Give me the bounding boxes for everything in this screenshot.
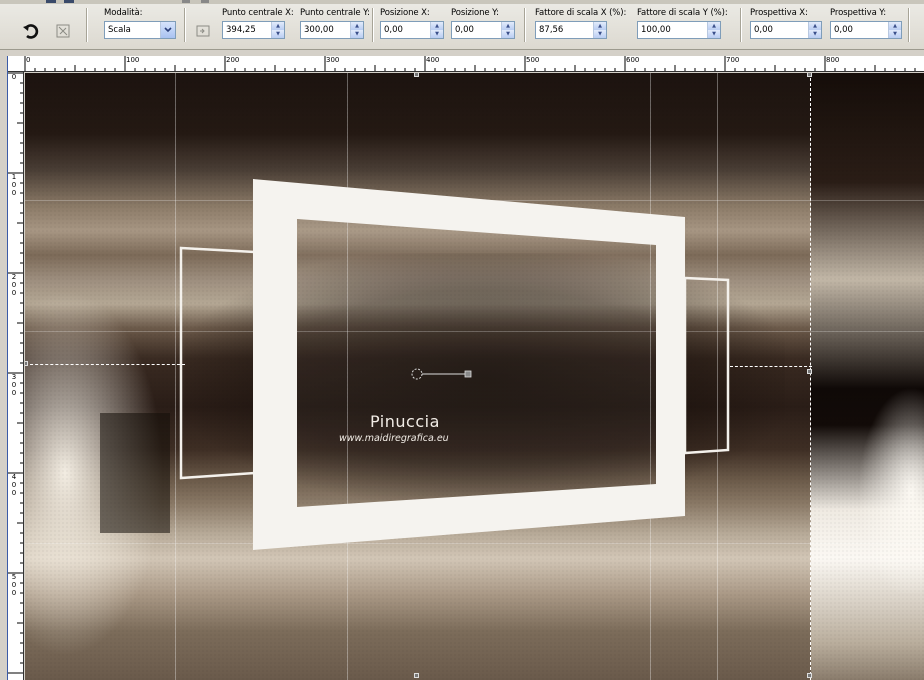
scale-x-label: Fattore di scala X (%): [535,8,627,18]
persp-y-label: Prospettiva Y: [830,8,887,18]
mode-label: Modalità: [104,8,143,18]
mode-value: Scala [108,25,131,35]
spin-up-icon[interactable]: ▲ [809,22,821,30]
pos-x-spinner[interactable]: 0,00 ▲ ▼ [380,21,444,39]
apply-icon[interactable] [192,20,214,42]
spin-down-icon[interactable]: ▼ [351,30,363,38]
deform-handle-right[interactable] [807,369,812,374]
horizontal-ruler-ticks [24,56,916,71]
ruler-label: 100 [126,56,140,64]
spin-down-icon[interactable]: ▼ [431,30,443,38]
ruler-label: 4 0 0 [11,473,17,497]
spin-up-icon[interactable]: ▲ [889,22,901,30]
deform-toolbar: Modalità: Scala Punto centrale X: 394,25… [0,0,924,50]
watermark-url: www.maidiregrafica.eu [339,433,449,444]
left-thin-frame [179,246,257,480]
persp-y-spinner[interactable]: 0,00 ▲ ▼ [830,21,902,39]
scale-y-spinner[interactable]: 100,00 ▲ ▼ [637,21,721,39]
scale-x-value: 87,56 [539,25,564,35]
ruler-label: 0 [11,73,17,81]
mode-select[interactable]: Scala [104,21,176,39]
persp-y-value: 0,00 [834,25,853,35]
deform-icon[interactable] [52,20,74,42]
pos-x-label: Posizione X: [380,8,430,18]
spin-down-icon[interactable]: ▼ [272,30,284,38]
selection-edge [810,73,811,680]
spin-down-icon[interactable]: ▼ [502,30,514,38]
spin-up-icon[interactable]: ▲ [351,22,363,30]
ruler-label: 600 [626,56,640,64]
spin-up-icon[interactable]: ▲ [431,22,443,30]
pos-x-value: 0,00 [384,25,403,35]
ruler-label: 0 [26,56,31,64]
center-x-spinner[interactable]: 394,25 ▲ ▼ [222,21,285,39]
pos-y-value: 0,00 [455,25,474,35]
deform-handle-top-right[interactable] [807,73,812,77]
chevron-down-icon[interactable] [160,22,175,38]
persp-x-spinner[interactable]: 0,00 ▲ ▼ [750,21,822,39]
ruler-label: 5 0 0 [11,573,17,597]
undo-arrow-icon[interactable] [20,20,42,42]
spin-up-icon[interactable]: ▲ [594,22,606,30]
scale-y-label: Fattore di scala Y (%): [637,8,728,18]
pos-x-field: Posizione X: 0,00 ▲ ▼ [380,8,444,39]
selection-edge [730,366,812,367]
frame-inner-area [297,219,656,507]
rotation-handle [464,370,472,378]
ruler-label: 1 0 0 [11,173,17,197]
horizontal-ruler[interactable]: 0 100 200 300 400 500 600 700 800 [8,56,924,72]
center-x-label: Punto centrale X: [222,8,294,18]
vertical-ruler[interactable]: 0 1 0 0 2 0 0 3 0 0 4 0 0 5 0 0 [8,72,24,680]
toolbar-top-strip [0,0,924,4]
center-x-value: 394,25 [226,25,256,35]
pos-y-label: Posizione Y: [451,8,499,18]
spin-up-icon[interactable]: ▲ [502,22,514,30]
center-y-spinner[interactable]: 300,00 ▲ ▼ [300,21,364,39]
image-canvas[interactable]: Pinuccia www.maidiregrafica.eu [25,73,924,680]
left-gutter [0,56,8,680]
deform-handle-left[interactable] [25,361,28,366]
pos-y-field: Posizione Y: 0,00 ▲ ▼ [451,8,515,39]
pos-y-spinner[interactable]: 0,00 ▲ ▼ [451,21,515,39]
persp-y-field: Prospettiva Y: 0,00 ▲ ▼ [830,8,902,39]
right-thin-frame [683,276,730,455]
spin-down-icon[interactable]: ▼ [809,30,821,38]
center-x-field: Punto centrale X: 394,25 ▲ ▼ [222,8,294,39]
center-y-label: Punto centrale Y: [300,8,370,18]
persp-x-label: Prospettiva X: [750,8,808,18]
spin-down-icon[interactable]: ▼ [708,30,720,38]
ruler-label: 2 0 0 [11,273,17,297]
ruler-label: 700 [726,56,740,64]
frame-layer [179,179,730,550]
mode-field: Modalità: Scala [104,8,176,39]
watermark-name: Pinuccia [370,412,440,431]
deform-handle-top[interactable] [414,73,419,77]
center-y-value: 300,00 [304,25,334,35]
ruler-label: 300 [326,56,340,64]
center-y-field: Punto centrale Y: 300,00 ▲ ▼ [300,8,370,39]
ruler-label: 500 [526,56,540,64]
spin-up-icon[interactable]: ▲ [708,22,720,30]
deform-handle-bottom[interactable] [414,673,419,678]
spin-down-icon[interactable]: ▼ [889,30,901,38]
deform-handle-bottom-right[interactable] [807,673,812,678]
scale-y-field: Fattore di scala Y (%): 100,00 ▲ ▼ [637,8,728,39]
persp-x-field: Prospettiva X: 0,00 ▲ ▼ [750,8,822,39]
spin-down-icon[interactable]: ▼ [594,30,606,38]
scale-x-spinner[interactable]: 87,56 ▲ ▼ [535,21,607,39]
ruler-label: 400 [426,56,440,64]
scale-x-field: Fattore di scala X (%): 87,56 ▲ ▼ [535,8,626,39]
scale-y-value: 100,00 [641,25,671,35]
ruler-label: 3 0 0 [11,373,17,397]
persp-x-value: 0,00 [754,25,773,35]
selection-edge [25,364,185,365]
ruler-label: 200 [226,56,240,64]
ruler-label: 800 [826,56,840,64]
spin-up-icon[interactable]: ▲ [272,22,284,30]
